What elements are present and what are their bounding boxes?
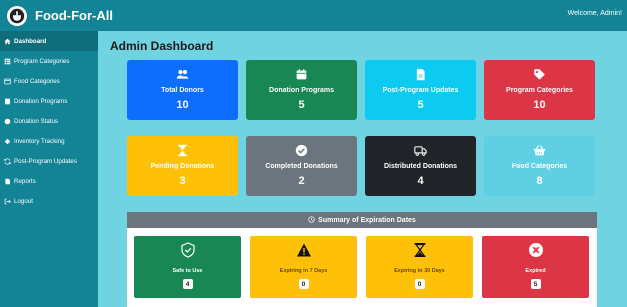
card-value: 5 [298,99,305,111]
card-completed-donations[interactable]: Completed Donations 2 [246,136,357,196]
card-program-categories[interactable]: Program Categories 10 [484,60,595,120]
file-icon [414,67,427,81]
count-badge: 5 [530,279,541,289]
home-icon [3,37,12,46]
summary-card-label: Expiring in 30 Days [394,268,445,274]
card-distributed-donations[interactable]: Distributed Donations 4 [365,136,476,196]
summary-card-expiring-7[interactable]: Expiring in 7 Days 0 [250,236,357,298]
summary-title: Summary of Expiration Dates [318,216,416,224]
sidebar-item-post-program-updates[interactable]: Post-Program Updates [0,151,98,171]
tag-icon [533,67,546,81]
card-value: 5 [417,99,424,111]
card-value: 8 [536,175,543,187]
card-label: Total Donors [161,87,204,94]
brand-name: Food-For-All [35,8,113,23]
shield-check-icon [180,242,196,263]
welcome-text: Welcome, Admin! [567,10,622,17]
count-badge: 0 [414,279,425,289]
calendar-icon [295,67,308,81]
card-label: Donation Programs [269,87,334,94]
sidebar-item-food-categories[interactable]: Food Categories [0,71,98,91]
sidebar-item-label: Food Categories [14,77,60,85]
top-navbar: Food-For-All Welcome, Admin! [0,0,627,31]
page-title: Admin Dashboard [110,39,214,53]
card-donation-programs[interactable]: Donation Programs 5 [246,60,357,120]
window-icon [3,77,12,86]
card-value: 10 [176,99,189,111]
expiration-summary-panel: Summary of Expiration Dates Safe to Use … [127,212,597,307]
sidebar-item-label: Donation Programs [14,97,68,105]
sidebar-item-inventory-tracking[interactable]: Inventory Tracking [0,131,98,151]
summary-card-expiring-30[interactable]: Expiring in 30 Days 0 [366,236,473,298]
card-value: 10 [533,99,546,111]
sidebar-item-label: Inventory Tracking [14,137,65,145]
table-icon [3,57,12,66]
card-pending-donations[interactable]: Pending Donations 3 [127,136,238,196]
card-label: Pending Donations [150,163,215,170]
sidebar-item-donation-programs[interactable]: Donation Programs [0,91,98,111]
sync-icon [3,157,12,166]
diamond-icon [3,137,12,146]
card-value: 2 [298,175,305,187]
count-badge: 4 [182,279,193,289]
sidebar-item-label: Program Categories [14,57,70,65]
sidebar-item-donation-status[interactable]: Donation Status [0,111,98,131]
card-label: Completed Donations [265,163,338,170]
sidebar-item-dashboard[interactable]: Dashboard [0,31,98,51]
summary-card-expired[interactable]: Expired 5 [482,236,589,298]
x-circle-icon [528,242,544,263]
summary-card-safe[interactable]: Safe to Use 4 [134,236,241,298]
summary-card-label: Expiring in 7 Days [279,268,328,274]
card-label: Distributed Donations [383,163,458,170]
logo-icon [7,5,27,26]
warning-icon [296,242,312,263]
count-badge: 0 [298,279,309,289]
check-circle-icon [295,143,308,157]
card-total-donors[interactable]: Total Donors 10 [127,60,238,120]
card-value: 4 [417,175,424,187]
sidebar-item-reports[interactable]: Reports [0,171,98,191]
brand-link[interactable]: Food-For-All [0,5,113,26]
summary-header: Summary of Expiration Dates [127,212,597,228]
hourglass-icon [412,242,428,263]
card-label: Post-Program Updates [382,87,459,94]
book-icon [3,97,12,106]
card-label: Food Categories [511,163,568,170]
sidebar-item-label: Reports [14,177,36,185]
basket-icon [533,143,546,157]
card-food-categories[interactable]: Food Categories 8 [484,136,595,196]
file-icon [3,177,12,186]
card-label: Program Categories [506,87,573,94]
sidebar-item-label: Post-Program Updates [14,157,77,165]
sidebar-item-label: Donation Status [14,117,59,125]
logout-icon [3,197,12,206]
sidebar-item-label: Logout [14,197,33,205]
hourglass-icon [176,143,189,157]
sidebar-item-label: Dashboard [14,37,47,45]
sidebar: Dashboard Program Categories Food Catego… [0,31,98,307]
summary-card-label: Safe to Use [172,268,203,274]
clock-icon [308,215,318,225]
sidebar-item-logout[interactable]: Logout [0,191,98,211]
circle-icon [3,117,12,126]
card-post-program-updates[interactable]: Post-Program Updates 5 [365,60,476,120]
sidebar-item-program-categories[interactable]: Program Categories [0,51,98,71]
users-icon [176,67,189,81]
summary-card-label: Expired [525,268,546,274]
main-content: Admin Dashboard Total Donors 10 Donation… [98,31,627,307]
card-value: 3 [179,175,186,187]
truck-icon [414,143,427,157]
